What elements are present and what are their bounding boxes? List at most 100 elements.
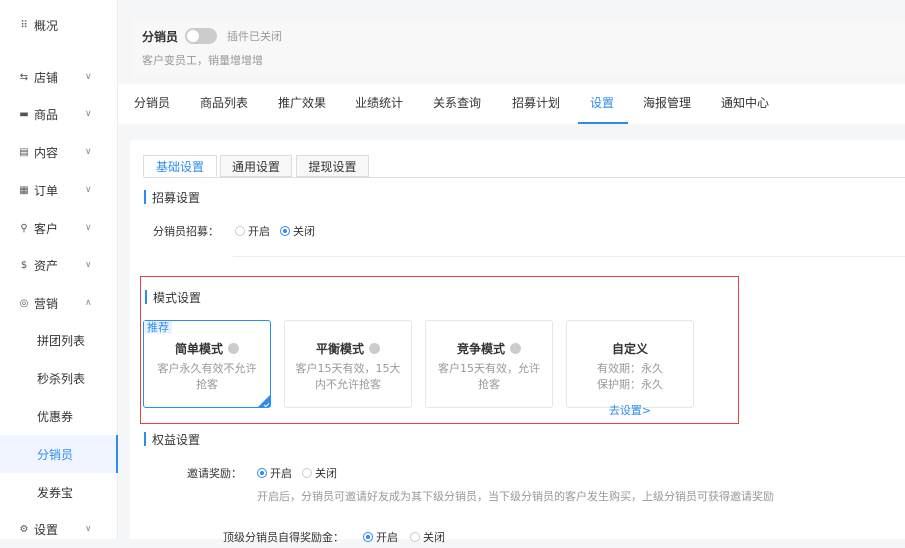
sidebar-item-orders[interactable]: ▦ 订单 ∨	[0, 171, 118, 209]
sidebar-item-customers[interactable]: ⚲ 客户 ∨	[0, 209, 118, 247]
sidebar-item-assets[interactable]: $ 资产 ∨	[0, 246, 118, 284]
recruit-radio-on[interactable]: 开启	[235, 223, 270, 239]
sidebar-item-overview[interactable]: ⠿ 概况	[0, 6, 118, 44]
radio-circle	[363, 532, 373, 542]
sidebar-subitem-label: 优惠券	[37, 409, 74, 424]
sidebar-item-marketing[interactable]: ◎ 营销 ∧	[0, 284, 118, 322]
tab-recruit-plan[interactable]: 招募计划	[512, 94, 560, 124]
radio-label: 开启	[248, 225, 270, 238]
mode-card-simple[interactable]: 推荐 简单模式 客户永久有效不允许抢客	[143, 320, 271, 408]
sidebar-subitem-label: 拼团列表	[37, 333, 86, 348]
settings-panel: 基础设置 通用设置 提现设置 招募设置 分销员招募： 开启 关闭 模式设置 推荐…	[130, 140, 905, 544]
radio-circle	[410, 532, 420, 542]
radio-circle	[302, 468, 312, 478]
mode-card-title: 平衡模式	[285, 340, 411, 357]
sidebar-subitem-flash-sale[interactable]: 秒杀列表	[0, 359, 118, 397]
marketing-icon: ◎	[19, 297, 29, 309]
mode-card-title-text: 竞争模式	[456, 342, 505, 356]
sidebar-subitem-label: 秒杀列表	[37, 371, 86, 386]
sidebar-item-label: 店铺	[34, 70, 59, 85]
tab-distributors[interactable]: 分销员	[134, 94, 170, 124]
radio-circle	[235, 226, 245, 236]
customer-icon: ⚲	[20, 222, 28, 234]
sidebar-item-label: 概况	[34, 18, 59, 33]
subtab-divider	[143, 177, 905, 178]
radio-circle	[280, 226, 290, 236]
mode-card-title: 自定义	[611, 342, 648, 356]
sidebar-item-label: 内容	[34, 145, 59, 160]
sidebar-item-label: 订单	[34, 183, 59, 198]
invite-reward-hint: 开启后，分销员可邀请好友成为其下级分销员，当下级分销员的客户发生购买，上级分销员…	[257, 490, 774, 503]
sidebar-subitem-label: 分销员	[37, 447, 74, 462]
mode-card-balanced[interactable]: 平衡模式 客户15天有效，15大内不允许抢客	[284, 320, 412, 408]
mode-card-title-text: 平衡模式	[315, 342, 364, 356]
settings-icon: ⚙	[19, 523, 29, 535]
section-divider	[233, 256, 905, 257]
mode-card-desc: 客户15天有效，15大内不允许抢客	[295, 362, 401, 391]
tab-performance[interactable]: 业绩统计	[355, 94, 403, 124]
tab-relationship[interactable]: 关系查询	[433, 94, 481, 124]
asset-icon: $	[20, 259, 28, 271]
chevron-down-icon: ∨	[85, 524, 92, 534]
sidebar-subitem-coupon-tool[interactable]: 发券宝	[0, 473, 118, 511]
top-distributor-reward-label: 顶级分销员自得奖励金：	[223, 531, 344, 544]
custom-validity: 有效期：永久	[597, 362, 663, 375]
chevron-up-icon: ∧	[85, 298, 92, 308]
plugin-toggle[interactable]	[185, 28, 217, 44]
radio-circle	[257, 468, 267, 478]
chevron-down-icon: ∨	[85, 223, 92, 233]
invite-radio-on[interactable]: 开启	[257, 465, 292, 481]
sidebar-item-label: 设置	[34, 522, 59, 537]
sidebar-subitem-coupons[interactable]: 优惠券	[0, 397, 118, 435]
radio-label: 开启	[270, 467, 292, 480]
radio-label: 关闭	[315, 467, 337, 480]
section-title-rights: 权益设置	[144, 431, 200, 448]
help-icon[interactable]	[228, 343, 239, 354]
radio-label: 关闭	[293, 225, 315, 238]
order-icon: ▦	[19, 184, 29, 196]
mode-card-custom[interactable]: 自定义 有效期：永久 保护期：永久 去设置>	[566, 320, 694, 417]
sidebar-item-content[interactable]: ▤ 内容 ∨	[0, 133, 118, 171]
section-title-recruit: 招募设置	[144, 189, 200, 206]
tab-product-list[interactable]: 商品列表	[200, 94, 248, 124]
subtab-withdraw[interactable]: 提现设置	[296, 155, 369, 177]
page-title: 分销员	[142, 30, 179, 44]
sidebar: ⠿ 概况 ⇆ 店铺 ∨ ▬ 商品 ∨ ▤ 内容 ∨ ▦ 订单 ∨ ⚲ 客户 ∨ …	[0, 0, 118, 539]
radio-label: 开启	[376, 531, 398, 544]
sidebar-item-label: 商品	[34, 107, 59, 122]
sidebar-item-products[interactable]: ▬ 商品 ∨	[0, 95, 118, 133]
tab-settings[interactable]: 设置	[577, 94, 629, 124]
top-reward-radio-on[interactable]: 开启	[363, 529, 398, 545]
invite-radio-off[interactable]: 关闭	[302, 465, 337, 481]
mode-card-desc: 有效期：永久 保护期：永久	[567, 361, 693, 393]
plugin-description: 客户变员工，销量增增增	[142, 54, 263, 67]
help-icon[interactable]	[510, 343, 521, 354]
subtab-basic[interactable]: 基础设置	[143, 155, 217, 177]
chevron-down-icon: ∨	[85, 147, 92, 157]
sidebar-subitem-group-buy[interactable]: 拼团列表	[0, 321, 118, 359]
plugin-status: 插件已关闭	[227, 30, 282, 43]
mode-card-competitive[interactable]: 竞争模式 客户15天有效，允许抢客	[425, 320, 553, 408]
mode-card-title: 竞争模式	[426, 340, 552, 357]
go-settings-link[interactable]: 去设置>	[567, 402, 693, 418]
sidebar-item-store[interactable]: ⇆ 店铺 ∨	[0, 58, 118, 96]
tab-poster[interactable]: 海报管理	[643, 94, 691, 124]
chevron-down-icon: ∨	[85, 109, 92, 119]
subtab-general[interactable]: 通用设置	[220, 155, 292, 177]
recruit-radio-off[interactable]: 关闭	[280, 223, 315, 239]
mode-card-title: 简单模式	[144, 340, 270, 357]
chevron-down-icon: ∨	[85, 72, 92, 82]
tab-promotion-effect[interactable]: 推广效果	[278, 94, 326, 124]
sidebar-item-settings[interactable]: ⚙ 设置 ∨	[0, 510, 118, 548]
sidebar-subitem-distributors[interactable]: 分销员	[0, 435, 118, 473]
grid-icon: ⠿	[20, 19, 28, 31]
content-icon: ▤	[19, 146, 29, 158]
top-reward-radio-off[interactable]: 关闭	[410, 529, 445, 545]
help-icon[interactable]	[369, 343, 380, 354]
sidebar-item-label: 资产	[34, 258, 59, 273]
tab-notification[interactable]: 通知中心	[721, 94, 769, 124]
mode-card-desc: 客户15天有效，允许抢客	[438, 362, 540, 391]
radio-label: 关闭	[423, 531, 445, 544]
chevron-down-icon: ∨	[85, 185, 92, 195]
product-icon: ▬	[19, 108, 29, 120]
